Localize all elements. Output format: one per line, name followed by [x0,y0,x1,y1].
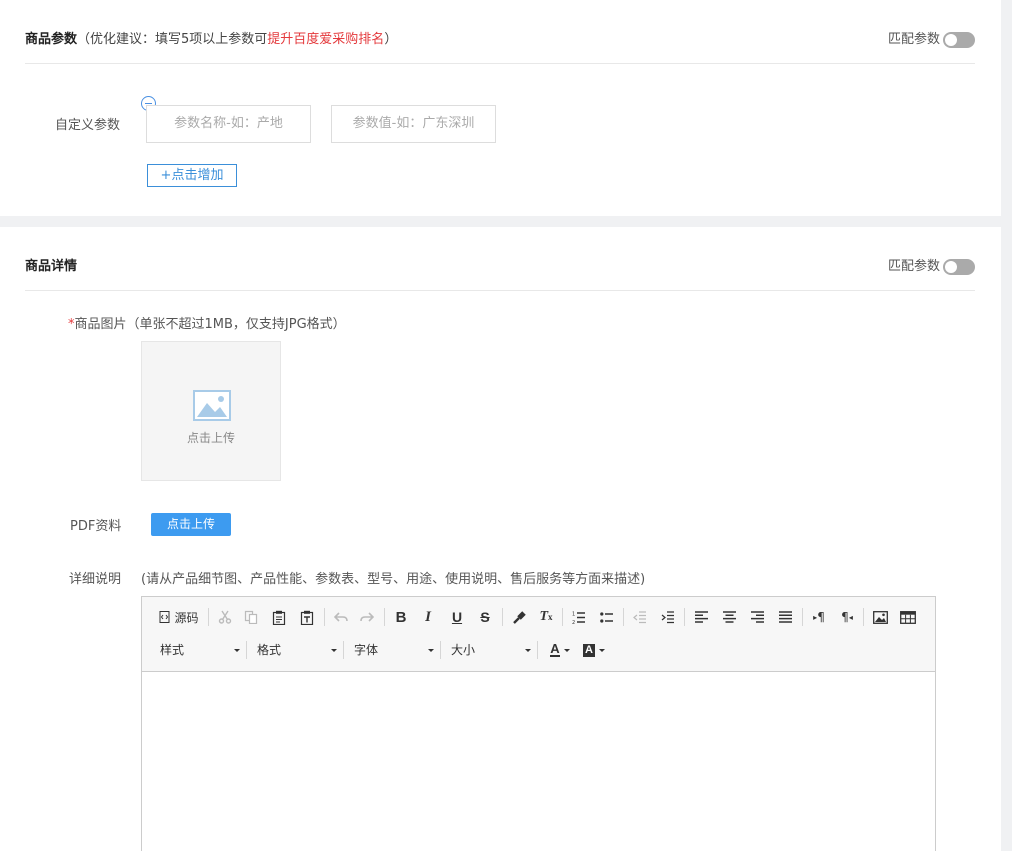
image-upload-text: 点击上传 [186,431,235,445]
toolbar-separator [343,641,344,659]
desc-label: 详细说明 [69,572,122,587]
align-justify-icon[interactable] [774,605,796,629]
italic-icon[interactable]: I [417,605,439,629]
detail-title: 商品详情 [25,259,78,274]
detail-header: 商品详情 匹配参数 [25,258,975,291]
toolbar-separator [246,641,247,659]
strikethrough-icon[interactable]: S [474,605,496,629]
toolbar-separator [208,608,209,626]
chevron-down-icon [428,649,434,652]
style-combo-label: 样式 [160,643,185,657]
align-center-icon[interactable] [718,605,740,629]
toolbar-row-1: 源码 B I U S T x 1 2 ▸ ¶ ¶ ◂ [156,605,926,629]
underline-icon[interactable]: U [446,605,468,629]
detail-card: 商品详情 匹配参数 *商品图片（单张不超过1MB，仅支持JPG格式） 点击上传 … [0,227,1001,851]
format-combo-label: 格式 [257,643,282,657]
params-tip-highlight: 提升百度爱采购排名 [267,32,385,47]
toolbar-separator [684,608,685,626]
toolbar-separator [384,608,385,626]
toolbar-row-2: 样式 格式 字体 大小 A A [156,638,926,662]
params-header: 商品参数（优化建议：填写5项以上参数可提升百度爱采购排名） 匹配参数 [25,31,975,64]
font-combo[interactable]: 字体 [354,638,440,662]
desc-hint: (请从产品细节图、产品性能、参数表、型号、用途、使用说明、售后服务等方面来描述) [141,572,646,587]
insert-image-icon[interactable] [869,605,891,629]
format-painter-icon[interactable] [508,605,530,629]
detail-match-toggle-group: 匹配参数 [888,258,975,277]
chevron-down-icon [525,649,531,652]
background-color-icon: A [583,643,595,657]
source-button[interactable]: 源码 [156,605,202,629]
align-left-icon[interactable] [690,605,712,629]
param-name-input[interactable]: 参数名称-如：产地 [146,105,311,143]
svg-text:2: 2 [572,620,575,624]
source-icon [159,611,170,623]
font-combo-label: 字体 [354,643,379,657]
text-color-button[interactable]: A [546,638,574,662]
bulleted-list-icon[interactable] [596,605,618,629]
chevron-down-icon [234,649,240,652]
svg-text:1: 1 [572,611,575,617]
redo-icon[interactable] [356,605,378,629]
editor-content-area[interactable] [142,672,935,851]
bold-icon[interactable]: B [390,605,412,629]
custom-param-label: 自定义参数 [55,118,121,133]
text-color-icon: A [550,641,560,657]
size-combo[interactable]: 大小 [451,638,537,662]
style-combo[interactable]: 样式 [160,638,246,662]
params-match-toggle[interactable] [943,32,975,48]
paste-text-icon[interactable] [296,605,318,629]
image-label-text: 商品图片（单张不超过1MB，仅支持JPG格式） [74,317,346,332]
numbered-list-icon[interactable]: 12 [568,605,590,629]
rtl-direction-icon[interactable]: ¶ ◂ [836,605,858,629]
toolbar-separator [537,641,538,659]
toolbar-separator [802,608,803,626]
rich-text-editor: 源码 B I U S T x 1 2 ▸ ¶ ¶ ◂ 样式 格式 字体 大小 A… [141,596,936,851]
params-tip-suffix: ） [384,32,398,47]
toolbar-separator [324,608,325,626]
outdent-icon[interactable] [629,605,651,629]
insert-table-icon[interactable] [897,605,919,629]
image-placeholder-icon [193,390,231,421]
detail-match-label: 匹配参数 [887,259,940,274]
chevron-down-icon [563,648,570,652]
params-title-text: 商品参数 [25,32,78,47]
params-card: 商品参数（优化建议：填写5项以上参数可提升百度爱采购排名） 匹配参数 自定义参数… [0,0,1001,216]
toolbar-separator [502,608,503,626]
add-param-button[interactable]: +点击增加 [147,164,237,187]
params-match-toggle-group: 匹配参数 [888,31,975,50]
undo-icon[interactable] [330,605,352,629]
source-label: 源码 [174,610,199,625]
remove-format-icon[interactable]: Tx [535,605,557,629]
indent-icon[interactable] [657,605,679,629]
format-combo[interactable]: 格式 [257,638,343,662]
params-title: 商品参数（优化建议：填写5项以上参数可提升百度爱采购排名） [25,31,397,49]
chevron-down-icon [331,649,337,652]
toolbar-separator [623,608,624,626]
toolbar-separator [562,608,563,626]
chevron-down-icon [598,648,605,652]
param-value-input[interactable]: 参数值-如：广东深圳 [331,105,496,143]
toolbar-separator [440,641,441,659]
detail-match-toggle[interactable] [943,259,975,275]
image-label: *商品图片（单张不超过1MB，仅支持JPG格式） [68,313,346,332]
params-tip-prefix: （优化建议：填写5项以上参数可 [77,32,268,47]
background-color-button[interactable]: A [580,638,608,662]
editor-toolbar: 源码 B I U S T x 1 2 ▸ ¶ ¶ ◂ 样式 格式 字体 大小 A… [142,597,935,672]
paste-icon[interactable] [268,605,290,629]
align-right-icon[interactable] [746,605,768,629]
image-upload-box[interactable]: 点击上传 [141,341,281,481]
size-combo-label: 大小 [451,643,476,657]
cut-icon[interactable] [214,605,236,629]
pdf-upload-button[interactable]: 点击上传 [151,513,231,536]
params-match-label: 匹配参数 [887,32,940,47]
pdf-label: PDF资料 [70,519,122,534]
copy-icon[interactable] [240,605,262,629]
toolbar-separator [863,608,864,626]
ltr-direction-icon[interactable]: ▸ ¶ [808,605,830,629]
